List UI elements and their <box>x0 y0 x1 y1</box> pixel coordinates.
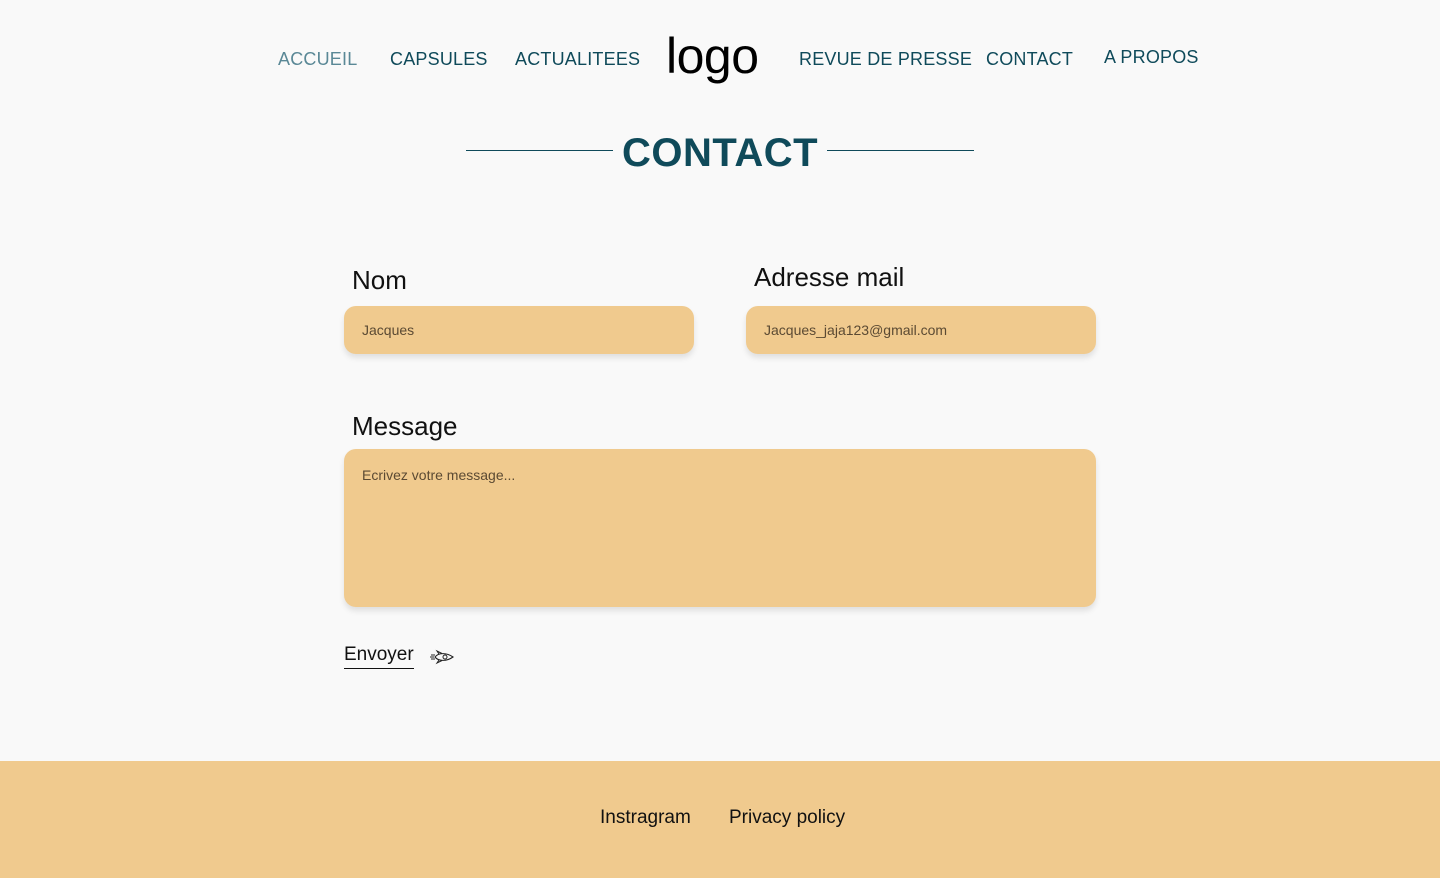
email-label: Adresse mail <box>754 262 905 292</box>
message-field[interactable] <box>344 449 1096 607</box>
site-footer: Instragram Privacy policy <box>0 761 1440 878</box>
send-button[interactable]: Envoyer <box>344 644 456 669</box>
nav-link-actualitees[interactable]: ACTUALITEES <box>515 49 640 70</box>
nav-link-a-propos[interactable]: A PROPOS <box>1104 47 1199 68</box>
send-button-label: Envoyer <box>344 644 414 669</box>
nav-link-contact[interactable]: CONTACT <box>986 49 1073 70</box>
nav-link-revue-de-presse[interactable]: REVUE DE PRESSE <box>799 49 972 70</box>
title-divider-right <box>827 150 974 151</box>
footer-link-instagram[interactable]: Instragram <box>600 807 691 829</box>
message-label: Message <box>352 411 458 441</box>
nav-link-accueil[interactable]: ACCUEIL <box>278 49 357 70</box>
footer-link-privacy-policy[interactable]: Privacy policy <box>729 807 845 829</box>
email-field[interactable] <box>746 306 1096 354</box>
name-label: Nom <box>352 265 407 295</box>
page-title: CONTACT <box>621 131 819 175</box>
nav-link-capsules[interactable]: CAPSULES <box>390 49 488 70</box>
name-field[interactable] <box>344 306 694 354</box>
rocket-icon <box>429 649 456 665</box>
site-logo[interactable]: logo <box>666 28 759 84</box>
